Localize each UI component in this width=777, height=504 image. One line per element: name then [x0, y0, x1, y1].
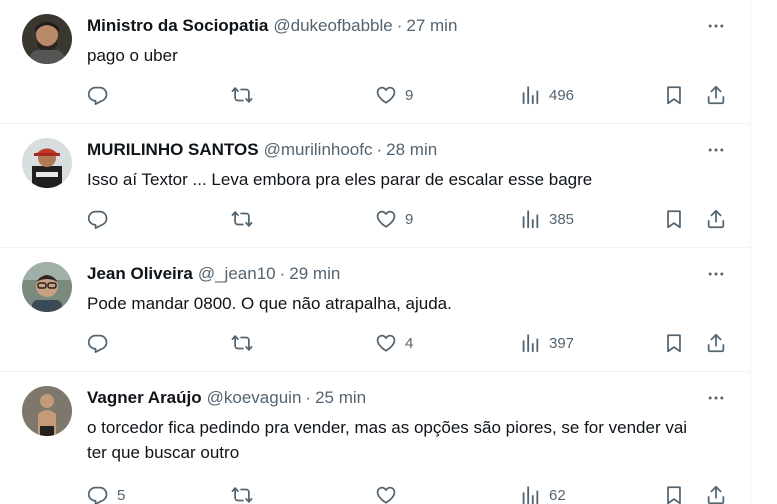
- separator: ·: [279, 264, 286, 283]
- timestamp[interactable]: 25 min: [315, 388, 366, 408]
- tweet-header: Ministro da Sociopatia @dukeofbabble · 2…: [87, 15, 690, 37]
- retweet-button[interactable]: [231, 330, 261, 356]
- action-bar: 9 385: [86, 206, 728, 232]
- bookmark-icon: [667, 486, 681, 504]
- tweet-header: Vagner Araújo @koevaguin · 25 min: [87, 387, 690, 409]
- author-name[interactable]: MURILINHO SANTOS: [87, 140, 259, 160]
- bookmark-button[interactable]: [663, 330, 685, 356]
- timestamp[interactable]: 27 min: [406, 16, 457, 36]
- reply-button[interactable]: [87, 206, 117, 232]
- like-button[interactable]: [375, 482, 405, 504]
- separator: ·: [396, 16, 403, 35]
- tweet[interactable]: Jean Oliveira @_jean10 · 29 min Pode man…: [0, 248, 750, 372]
- share-icon: [707, 85, 725, 105]
- bookmark-button[interactable]: [663, 82, 685, 108]
- heart-icon: [376, 210, 396, 228]
- bookmark-button[interactable]: [663, 206, 685, 232]
- share-icon: [707, 209, 725, 229]
- reply-button[interactable]: [87, 330, 117, 356]
- author-name[interactable]: Jean Oliveira: [87, 264, 193, 284]
- avatar[interactable]: [22, 262, 72, 312]
- timestamp[interactable]: 28 min: [386, 140, 437, 160]
- like-count: 4: [405, 334, 414, 352]
- author-handle[interactable]: @murilinhoofc: [264, 140, 373, 160]
- author-handle[interactable]: @_jean10: [198, 264, 276, 284]
- views-count: 496: [549, 86, 575, 104]
- retweet-icon: [231, 211, 253, 227]
- retweet-button[interactable]: [231, 482, 261, 504]
- views-count: 385: [549, 210, 575, 228]
- share-icon: [707, 485, 725, 504]
- action-bar: 4 397: [86, 330, 728, 356]
- share-button[interactable]: [705, 330, 727, 356]
- share-button[interactable]: [705, 82, 727, 108]
- tweet-header: MURILINHO SANTOS @murilinhoofc · 28 min: [87, 139, 690, 161]
- retweet-button[interactable]: [231, 206, 261, 232]
- like-button[interactable]: 9: [375, 206, 413, 232]
- views-button[interactable]: 385: [519, 206, 574, 232]
- tweet-text: Isso aí Textor ... Leva embora pra eles …: [87, 170, 593, 189]
- views-button[interactable]: 496: [519, 82, 574, 108]
- share-button[interactable]: [705, 482, 727, 504]
- timestamp[interactable]: 29 min: [289, 264, 340, 284]
- separator: ·: [305, 388, 312, 407]
- heart-icon: [376, 86, 396, 104]
- reply-button[interactable]: [87, 82, 117, 108]
- reply-button[interactable]: 5: [87, 482, 125, 504]
- like-count: 9: [405, 210, 414, 228]
- more-icon[interactable]: [704, 14, 728, 38]
- bookmark-icon: [667, 86, 681, 105]
- more-icon[interactable]: [704, 386, 728, 410]
- bookmark-button[interactable]: [663, 482, 685, 504]
- views-button[interactable]: 397: [519, 330, 574, 356]
- bookmark-icon: [667, 210, 681, 229]
- heart-icon: [376, 334, 396, 352]
- author-name[interactable]: Ministro da Sociopatia: [87, 16, 268, 36]
- author-name[interactable]: Vagner Araújo: [87, 388, 202, 408]
- author-handle[interactable]: @dukeofbabble: [273, 16, 392, 36]
- avatar[interactable]: [22, 138, 72, 188]
- tweet-header: Jean Oliveira @_jean10 · 29 min: [87, 263, 690, 285]
- avatar[interactable]: [22, 386, 72, 436]
- like-count: 9: [405, 86, 414, 104]
- views-icon: [522, 486, 539, 504]
- retweet-button[interactable]: [231, 82, 261, 108]
- share-button[interactable]: [705, 206, 727, 232]
- tweet-text: o torcedor fica pedindo pra vender, mas …: [87, 418, 688, 462]
- tweet[interactable]: Vagner Araújo @koevaguin · 25 min o torc…: [0, 372, 750, 504]
- author-handle[interactable]: @koevaguin: [207, 388, 302, 408]
- separator: ·: [376, 140, 383, 159]
- tweet[interactable]: MURILINHO SANTOS @murilinhoofc · 28 min …: [0, 124, 750, 248]
- tweet-text: pago o uber: [87, 46, 178, 65]
- like-button[interactable]: 9: [375, 82, 413, 108]
- reply-icon: [87, 486, 108, 504]
- avatar[interactable]: [22, 14, 72, 64]
- more-icon[interactable]: [704, 138, 728, 162]
- views-count: 397: [549, 334, 575, 352]
- tweet-text: Pode mandar 0800. O que não atrapalha, a…: [87, 294, 452, 313]
- reply-icon: [87, 334, 108, 353]
- tweet[interactable]: Ministro da Sociopatia @dukeofbabble · 2…: [0, 0, 750, 124]
- views-icon: [522, 210, 539, 229]
- retweet-icon: [231, 335, 253, 351]
- retweet-icon: [231, 487, 253, 503]
- action-bar: 9 496: [86, 82, 728, 108]
- reply-count: 5: [117, 486, 126, 504]
- heart-icon: [376, 486, 396, 504]
- more-icon[interactable]: [704, 262, 728, 286]
- like-button[interactable]: 4: [375, 330, 413, 356]
- reply-feed: Ministro da Sociopatia @dukeofbabble · 2…: [0, 0, 751, 504]
- reply-icon: [87, 210, 108, 229]
- views-count: 62: [549, 486, 566, 504]
- share-icon: [707, 333, 725, 353]
- reply-icon: [87, 86, 108, 105]
- views-button[interactable]: 62: [519, 482, 566, 504]
- action-bar: 5 62: [86, 482, 728, 504]
- bookmark-icon: [667, 334, 681, 353]
- views-icon: [522, 86, 539, 105]
- retweet-icon: [231, 87, 253, 103]
- views-icon: [522, 334, 539, 353]
